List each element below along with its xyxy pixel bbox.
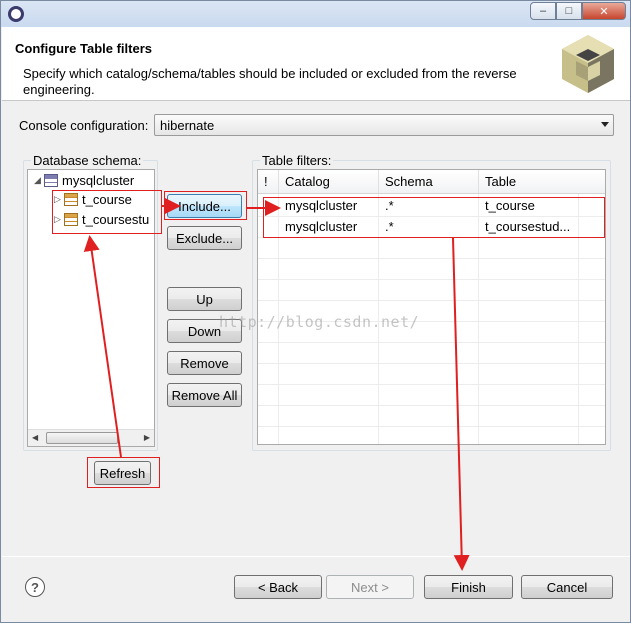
arrow-refresh-to-tree xyxy=(83,235,122,458)
wizard-window: ‒ □ ✕ Configure Table filters Specify wh… xyxy=(0,0,631,623)
arrow-filters-to-finish xyxy=(452,237,470,571)
annotation-arrows xyxy=(83,198,470,571)
